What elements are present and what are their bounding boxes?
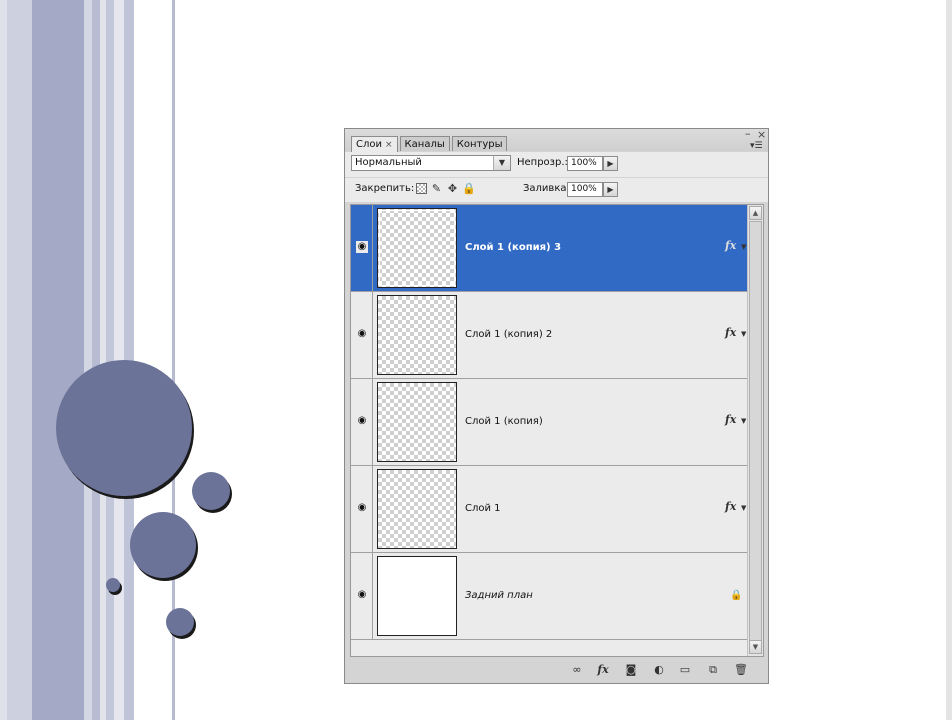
layer-row[interactable]: ◉ Слой 1 (копия) 2 fx ▼ [351,292,747,379]
lock-icon: 🔒 [730,590,743,601]
minimize-icon[interactable]: – [745,127,751,140]
decor-circle-large [56,360,192,496]
close-icon[interactable]: × [757,128,766,141]
tab-label: Слои [356,139,382,150]
panel-bottom-toolbar: ∞ fx ◙ ◐ ▭ ⧉ 🗑 [345,659,768,683]
adjustment-icon[interactable]: ◐ [651,663,667,677]
decor-circle [192,472,230,510]
chevron-down-icon[interactable]: ▼ [493,156,510,170]
lock-fill-row: Закрепить: ✎ ✥ 🔒 Заливка: 100% ▶ [345,178,768,202]
blend-opacity-row: Нормальный ▼ Непрозр.: 100% ▶ [345,152,768,177]
panel-menu-icon[interactable]: ▾☰ [750,141,763,151]
decor-circle-small [106,578,120,592]
opacity-input[interactable]: 100% [567,156,603,171]
lock-transparency-icon[interactable] [416,183,427,194]
layer-name[interactable]: Слой 1 (копия) [465,416,543,427]
bg-stripe [7,0,32,720]
chevron-down-icon[interactable]: ▼ [741,330,746,338]
decor-circle [166,608,194,636]
eye-icon[interactable]: ◉ [356,589,368,601]
layers-list: ◉ Слой 1 (копия) 3 fx ▼ ◉ Слой 1 (копия)… [350,204,764,657]
layer-row[interactable]: ◉ Слой 1 fx ▼ [351,466,747,553]
bg-stripe [946,0,952,720]
fx-icon[interactable]: fx [725,500,736,513]
layer-name[interactable]: Задний план [465,590,533,601]
fill-label: Заливка: [523,183,570,194]
layer-row-background[interactable]: ◉ Задний план 🔒 [351,553,747,640]
chevron-down-icon[interactable]: ▼ [741,243,746,251]
chevron-down-icon[interactable]: ▼ [741,417,746,425]
lock-icons: ✎ ✥ 🔒 [416,182,476,195]
eye-icon[interactable]: ◉ [356,415,368,427]
tab-label: Контуры [456,139,503,150]
scroll-thumb[interactable] [749,221,762,641]
fx-icon[interactable]: fx [725,326,736,339]
layer-name[interactable]: Слой 1 (копия) 3 [465,242,561,253]
eye-icon[interactable]: ◉ [356,328,368,340]
panel-tabs: Слои × Каналы Контуры [351,136,509,152]
opacity-slider-arrow-icon[interactable]: ▶ [603,156,618,171]
layer-name[interactable]: Слой 1 [465,503,501,514]
bg-stripe [0,0,7,720]
layers-panel: – × Слои × Каналы Контуры ▾☰ Нормальный ▼… [344,127,769,684]
blend-mode-select[interactable]: Нормальный ▼ [351,155,511,171]
lock-label: Закрепить: [355,183,415,194]
lock-all-icon[interactable]: 🔒 [462,182,476,195]
tab-layers[interactable]: Слои × [351,136,398,152]
tab-channels[interactable]: Каналы [399,136,450,151]
opacity-label: Непрозр.: [517,157,568,168]
link-icon[interactable]: ∞ [569,663,585,677]
layer-thumbnail [377,469,457,549]
visibility-cell[interactable]: ◉ [351,292,373,378]
lock-brush-icon[interactable]: ✎ [430,182,443,195]
bg-stripe [84,0,92,720]
mask-icon[interactable]: ◙ [623,663,639,677]
visibility-cell[interactable]: ◉ [351,553,373,639]
layer-thumbnail [377,208,457,288]
bg-stripe [32,0,84,720]
tab-label: Каналы [404,139,445,150]
fx-icon[interactable]: fx [725,239,736,252]
decor-circle [130,512,196,578]
bg-stripe [92,0,100,720]
panel-titlebar: – × Слои × Каналы Контуры ▾☰ [345,127,768,152]
tab-paths[interactable]: Контуры [451,136,508,151]
trash-icon[interactable]: 🗑 [733,663,749,677]
layer-name[interactable]: Слой 1 (копия) 2 [465,329,552,340]
visibility-cell[interactable]: ◉ [351,205,373,291]
layer-row[interactable]: ◉ Слой 1 (копия) 3 fx ▼ [351,205,747,292]
layer-thumbnail [377,382,457,462]
fx-icon[interactable]: fx [595,663,611,677]
tab-close-icon[interactable]: × [385,140,393,150]
eye-icon[interactable]: ◉ [356,502,368,514]
blend-mode-value: Нормальный [355,157,422,168]
folder-icon[interactable]: ▭ [677,663,693,677]
scrollbar[interactable]: ▲ ▼ [747,205,763,656]
visibility-cell[interactable]: ◉ [351,379,373,465]
fill-slider-arrow-icon[interactable]: ▶ [603,182,618,197]
fx-icon[interactable]: fx [725,413,736,426]
eye-icon[interactable]: ◉ [356,241,368,253]
scroll-down-icon[interactable]: ▼ [749,640,762,654]
layer-thumbnail [377,295,457,375]
layer-thumbnail [377,556,457,636]
scroll-up-icon[interactable]: ▲ [749,206,762,220]
new-layer-icon[interactable]: ⧉ [705,663,721,677]
lock-move-icon[interactable]: ✥ [446,182,459,195]
layer-row[interactable]: ◉ Слой 1 (копия) fx ▼ [351,379,747,466]
visibility-cell[interactable]: ◉ [351,466,373,552]
chevron-down-icon[interactable]: ▼ [741,504,746,512]
fill-input[interactable]: 100% [567,182,603,197]
